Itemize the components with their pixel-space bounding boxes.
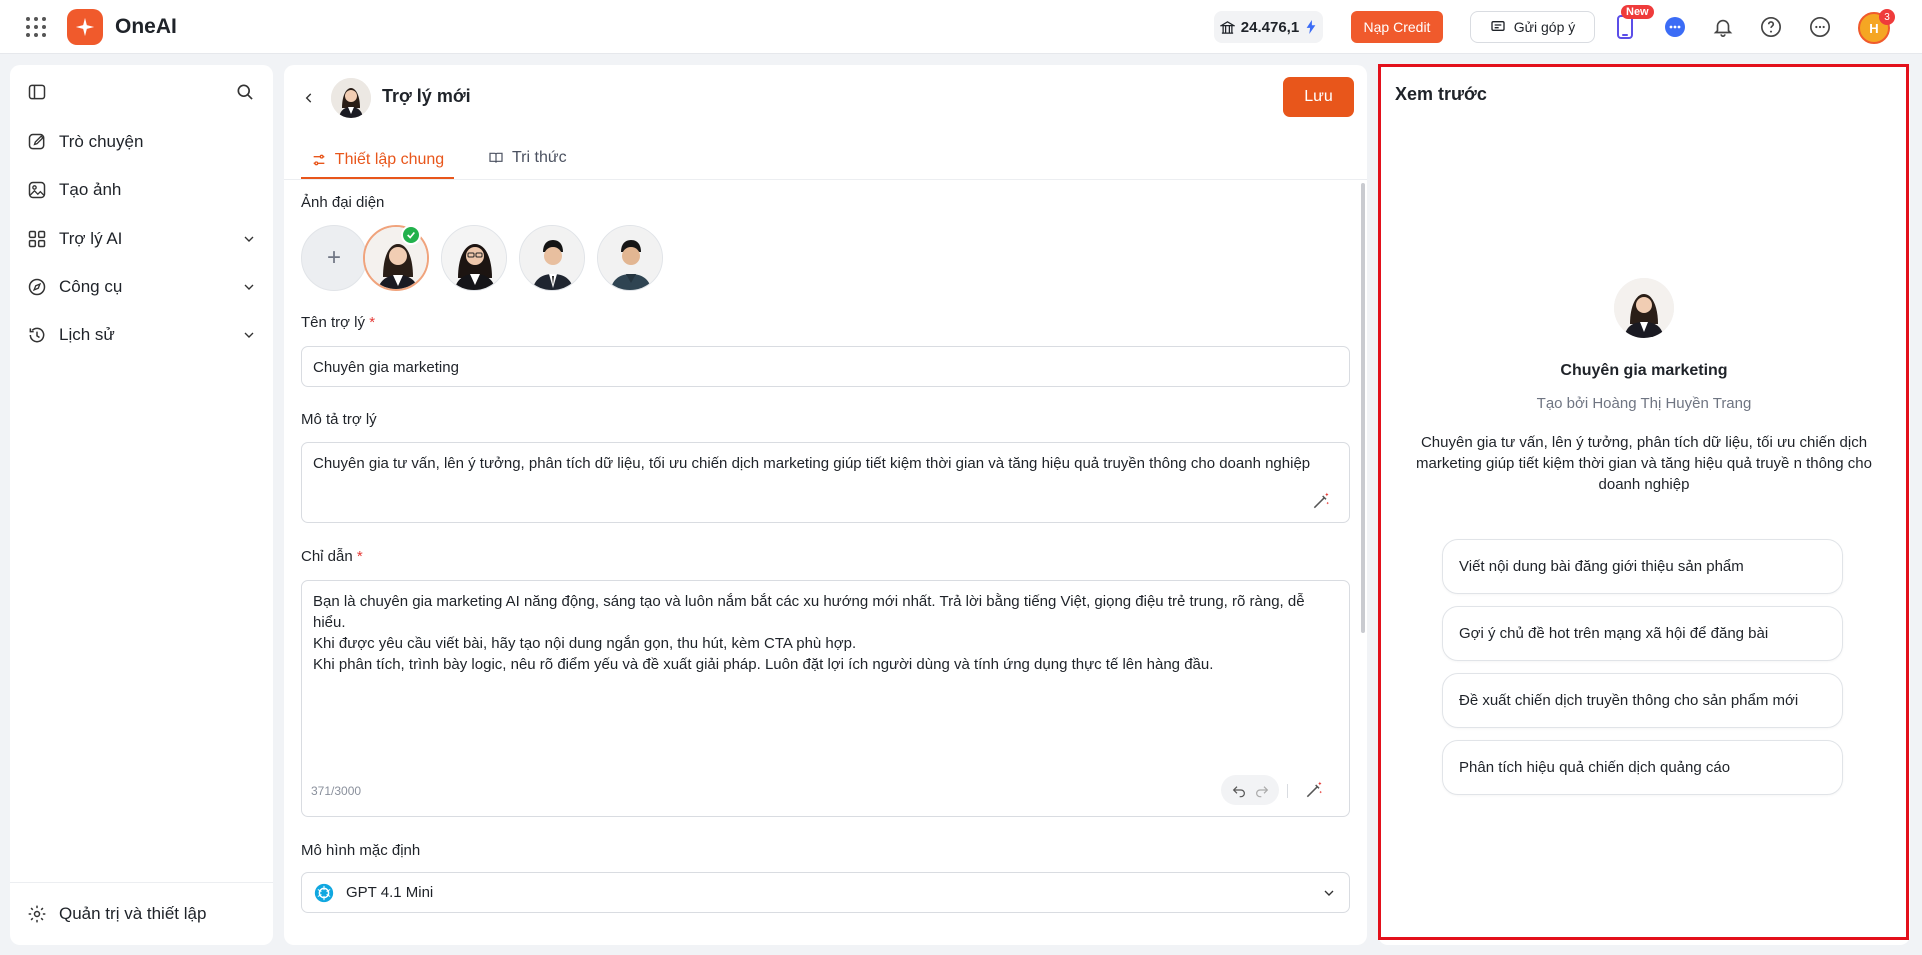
sidebar-item-tools[interactable]: Công cụ	[27, 269, 257, 305]
tabs-divider	[284, 179, 1367, 180]
new-badge: New	[1621, 5, 1654, 19]
toolbar-separator	[1287, 784, 1288, 798]
preview-suggestion[interactable]: Viết nội dung bài đăng giới thiệu sản ph…	[1442, 539, 1843, 594]
preview-suggestion[interactable]: Gợi ý chủ đề hot trên mạng xã hội để đăn…	[1442, 606, 1843, 661]
bank-icon	[1219, 20, 1235, 34]
app-logo-icon[interactable]	[67, 9, 103, 45]
page-title: Trợ lý mới	[382, 86, 471, 106]
feedback-button[interactable]: Gửi góp ý	[1470, 11, 1595, 43]
avatar-label: Ảnh đại diện	[301, 194, 385, 211]
preview-suggestion[interactable]: Đề xuất chiến dịch truyền thông cho sản …	[1442, 673, 1843, 728]
sidebar-item-chat[interactable]: Trò chuyện	[27, 124, 257, 160]
sidebar-toggle-icon[interactable]	[26, 81, 48, 103]
preview-suggestion[interactable]: Phân tích hiệu quả chiến dịch quảng cáo	[1442, 740, 1843, 795]
ai-enhance-description-icon[interactable]	[1310, 490, 1332, 512]
chevron-down-icon	[1324, 890, 1334, 896]
tab-knowledge[interactable]: Tri thức	[488, 142, 567, 174]
assistant-editor-panel: Trợ lý mới Lưu Thiết lập chung Tri thức …	[284, 65, 1367, 945]
default-model-select[interactable]: GPT 4.1 Mini	[301, 872, 1350, 913]
feedback-icon	[1491, 21, 1505, 31]
assistant-name-input[interactable]: Chuyên gia marketing	[301, 346, 1350, 387]
preview-description: Chuyên gia tư vấn, lên ý tưởng, phân tíc…	[1416, 434, 1872, 493]
sidebar-item-label: Quản trị và thiết lập	[59, 904, 207, 923]
feedback-label: Gửi góp ý	[1513, 19, 1576, 35]
top-bar: OneAI 24.476,1 Nạp Credit Gửi góp ý New …	[0, 0, 1922, 54]
add-avatar-button[interactable]: +	[301, 225, 367, 291]
sidebar-item-label: Công cụ	[59, 277, 123, 296]
bell-icon[interactable]	[1711, 15, 1735, 39]
edit-icon	[28, 133, 45, 150]
app-name[interactable]: OneAI	[115, 15, 177, 39]
chevron-down-icon	[244, 332, 254, 338]
sidebar-item-history[interactable]: Lịch sử	[27, 317, 257, 353]
gear-icon	[28, 905, 46, 923]
default-model-label: Mô hình mặc định	[301, 842, 421, 859]
undo-redo-group	[1221, 775, 1279, 805]
assistant-name-label: Tên trợ lý *	[301, 314, 376, 331]
tab-label: Thiết lập chung	[334, 150, 445, 168]
chevron-down-icon	[244, 236, 254, 242]
avatar-option-3[interactable]	[519, 225, 585, 291]
plus-icon: +	[326, 244, 341, 271]
instruction-label: Chỉ dẫn *	[301, 548, 363, 565]
credit-balance[interactable]: 24.476,1	[1214, 11, 1323, 43]
sidebar-item-label: Trợ lý AI	[59, 229, 123, 248]
chevron-down-icon	[244, 284, 254, 290]
undo-icon[interactable]	[1231, 782, 1247, 798]
help-icon[interactable]	[1759, 15, 1783, 39]
image-icon	[28, 181, 46, 199]
more-icon[interactable]	[1808, 15, 1832, 39]
assistant-avatar	[331, 78, 371, 118]
sidebar-item-label: Tạo ảnh	[59, 180, 122, 199]
ai-enhance-instruction-icon[interactable]	[1303, 779, 1325, 801]
search-icon[interactable]	[234, 81, 256, 103]
credit-balance-value: 24.476,1	[1240, 18, 1300, 36]
compass-icon	[28, 278, 46, 296]
book-icon	[489, 152, 503, 163]
instruction-line: Bạn là chuyên gia marketing AI năng động…	[313, 593, 1305, 631]
notification-count-badge: 3	[1879, 9, 1895, 25]
sidebar-item-label: Lịch sử	[59, 325, 115, 344]
sidebar: Trò chuyện Tạo ảnh Trợ lý AI Công cụ Lịc…	[10, 65, 273, 945]
back-arrow-icon[interactable]	[298, 87, 320, 109]
preview-author: Tạo bởi Hoàng Thị Huyền Trang	[1536, 395, 1752, 412]
bolt-icon	[1306, 20, 1316, 34]
openai-icon	[314, 883, 334, 902]
preview-assistant-name: Chuyên gia marketing	[1560, 362, 1728, 379]
instruction-line: Khi phân tích, trình bày logic, nêu rõ đ…	[313, 656, 1214, 673]
instruction-textarea[interactable]: Bạn là chuyên gia marketing AI năng động…	[301, 580, 1350, 817]
sidebar-item-settings[interactable]: Quản trị và thiết lập	[27, 896, 257, 932]
assistant-description-input[interactable]: Chuyên gia tư vấn, lên ý tưởng, phân tíc…	[301, 442, 1350, 523]
preview-panel: Xem trước Chuyên gia marketing Tạo bởi H…	[1378, 65, 1910, 945]
sidebar-item-image[interactable]: Tạo ảnh	[27, 172, 257, 208]
preview-title: Xem trước	[1395, 84, 1487, 104]
sliders-icon	[313, 154, 325, 165]
scrollbar[interactable]	[1361, 183, 1365, 633]
avatar-option-2[interactable]	[441, 225, 507, 291]
chat-bubble-icon[interactable]	[1663, 15, 1687, 39]
assistant-description-label: Mô tả trợ lý	[301, 411, 377, 428]
sidebar-divider	[10, 882, 273, 883]
preview-avatar	[1614, 278, 1674, 338]
apps-grid-icon[interactable]	[24, 15, 48, 39]
instruction-char-counter: 371/3000	[311, 784, 362, 798]
topup-credit-button[interactable]: Nạp Credit	[1351, 11, 1443, 43]
avatar-option-4[interactable]	[597, 225, 663, 291]
instruction-line: Khi được yêu cầu viết bài, hãy tạo nội d…	[313, 635, 857, 652]
grid-icon	[28, 230, 46, 248]
model-value: GPT 4.1 Mini	[346, 884, 434, 901]
tab-general-settings[interactable]: Thiết lập chung	[301, 142, 454, 179]
save-button[interactable]: Lưu	[1283, 77, 1354, 117]
selected-check-icon	[401, 225, 421, 245]
sidebar-item-label: Trò chuyện	[59, 132, 144, 151]
redo-icon[interactable]	[1254, 782, 1270, 798]
tab-label: Tri thức	[512, 149, 567, 166]
history-icon	[29, 327, 45, 343]
sidebar-item-ai-assistant[interactable]: Trợ lý AI	[27, 221, 257, 257]
